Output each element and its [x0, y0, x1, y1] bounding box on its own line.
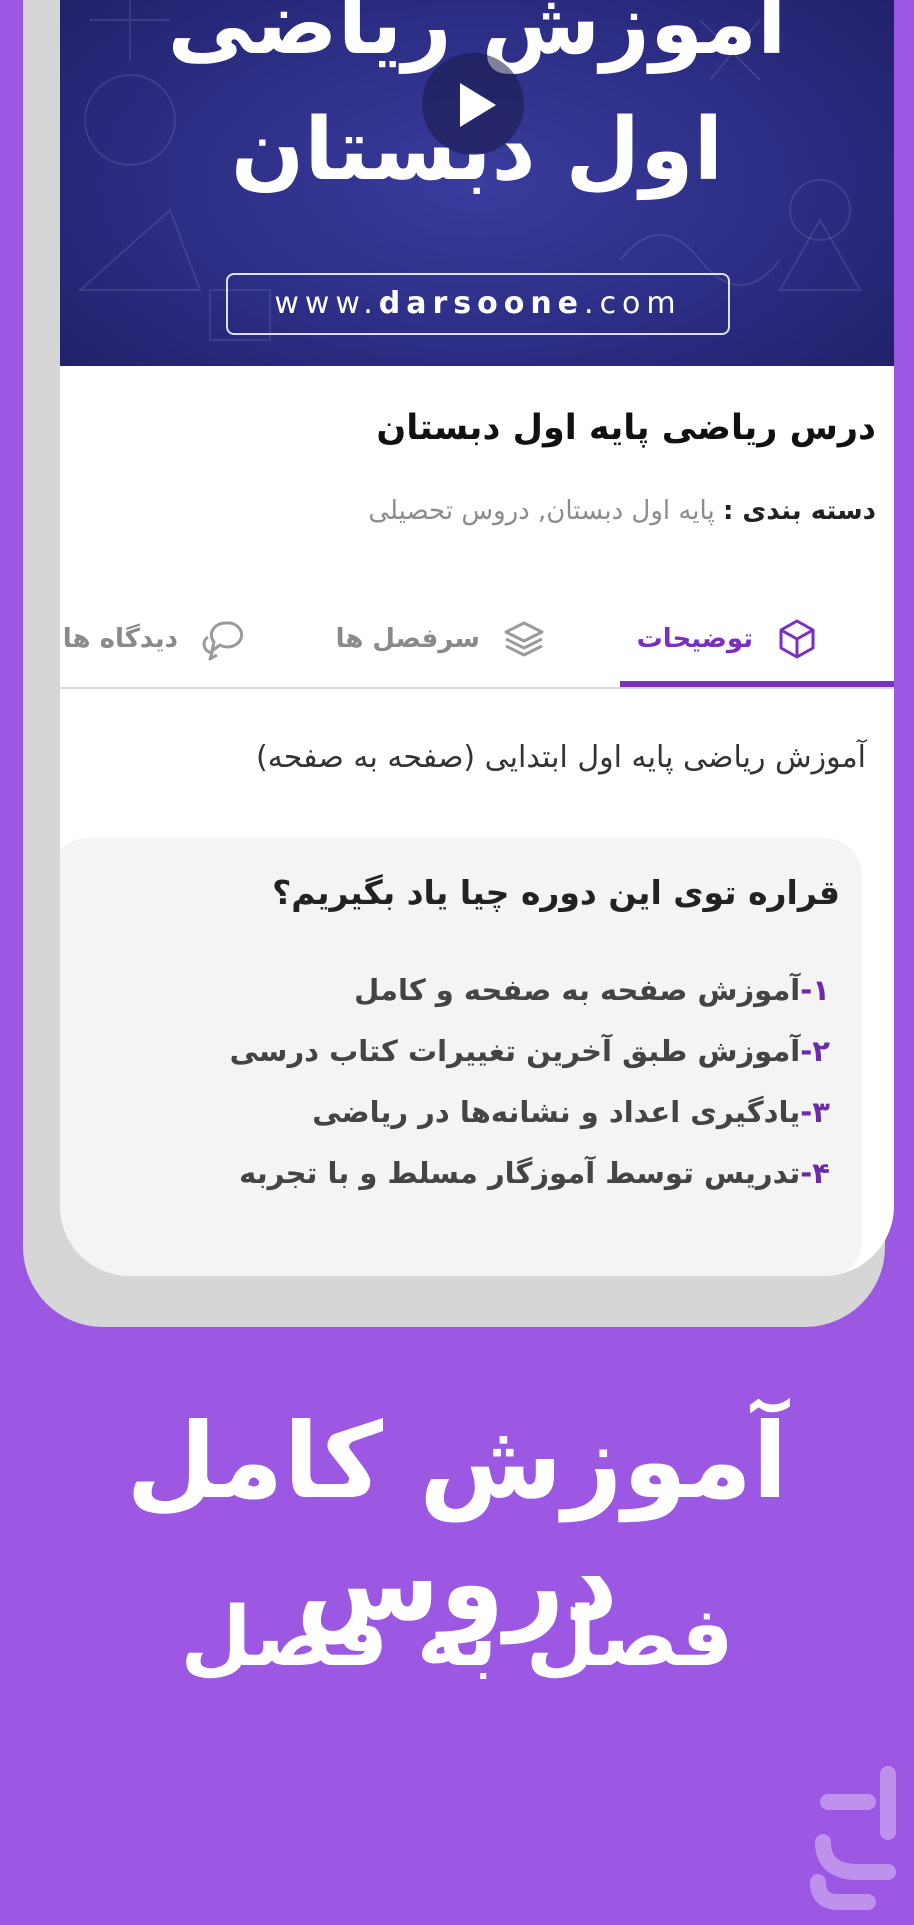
list-item: ۴-تدریس توسط آموزگار مسلط و با تجربه [239, 1156, 830, 1190]
list-item-text: یادگیری اعداد و نشانه‌ها در ریاضی [312, 1095, 801, 1129]
list-item-text: آموزش طبق آخرین تغییرات کتاب درسی [229, 1034, 801, 1068]
category-label: دسته بندی : [722, 496, 876, 526]
tab-description[interactable]: توضیحات [637, 590, 819, 687]
list-item-number: ۴- [800, 1156, 830, 1190]
course-intro-text: آموزش ریاضی پایه اول ابتدایی (صفحه به صف… [256, 740, 866, 775]
tab-bar: توضیحات سرفصل ها دیدگاه ها [60, 590, 894, 689]
phone-mockup: آموزش ریاضی اول دبستان www.darsoone.com … [23, 0, 894, 1327]
video-player[interactable]: آموزش ریاضی اول دبستان www.darsoone.com [60, 0, 894, 366]
url-prefix: www. [274, 286, 379, 321]
cube-icon [779, 619, 815, 658]
tab-description-label: توضیحات [636, 623, 753, 654]
learning-outcomes-title: قراره توی این دوره چیا یاد بگیریم؟ [272, 873, 840, 912]
url-brand: darsoone [378, 286, 585, 321]
course-title: درس ریاضی پایه اول دبستان [376, 408, 876, 448]
course-category: دسته بندی : پایه اول دبستان, دروس تحصیلی [368, 496, 876, 526]
list-item-text: آموزش صفحه به صفحه و کامل [354, 973, 801, 1007]
tab-reviews[interactable]: دیدگاه ها [63, 590, 244, 687]
promo-subheadline: فصل به فصل [180, 1590, 734, 1685]
tab-reviews-label: دیدگاه ها [62, 623, 178, 654]
list-item: ۳-یادگیری اعداد و نشانه‌ها در ریاضی [312, 1095, 830, 1129]
list-item: ۱-آموزش صفحه به صفحه و کامل [354, 973, 830, 1007]
play-icon[interactable] [422, 53, 524, 155]
tab-chapters-label: سرفصل ها [335, 623, 480, 654]
app-logo-icon [810, 1766, 896, 1910]
list-item: ۲-آموزش طبق آخرین تغییرات کتاب درسی [230, 1034, 830, 1068]
app-screen: آموزش ریاضی اول دبستان www.darsoone.com … [60, 0, 894, 1276]
layers-icon [504, 621, 544, 656]
list-item-number: ۱- [800, 973, 830, 1007]
list-item-number: ۳- [800, 1095, 830, 1129]
list-item-text: تدریس توسط آموزگار مسلط و با تجربه [239, 1156, 801, 1190]
category-value[interactable]: پایه اول دبستان, دروس تحصیلی [368, 496, 714, 526]
url-suffix: .com [584, 286, 682, 321]
chat-bubbles-icon [202, 620, 244, 660]
tab-chapters[interactable]: سرفصل ها [336, 590, 546, 687]
website-url-box: www.darsoone.com [226, 273, 730, 335]
list-item-number: ۲- [800, 1034, 830, 1068]
active-tab-indicator [620, 681, 894, 687]
